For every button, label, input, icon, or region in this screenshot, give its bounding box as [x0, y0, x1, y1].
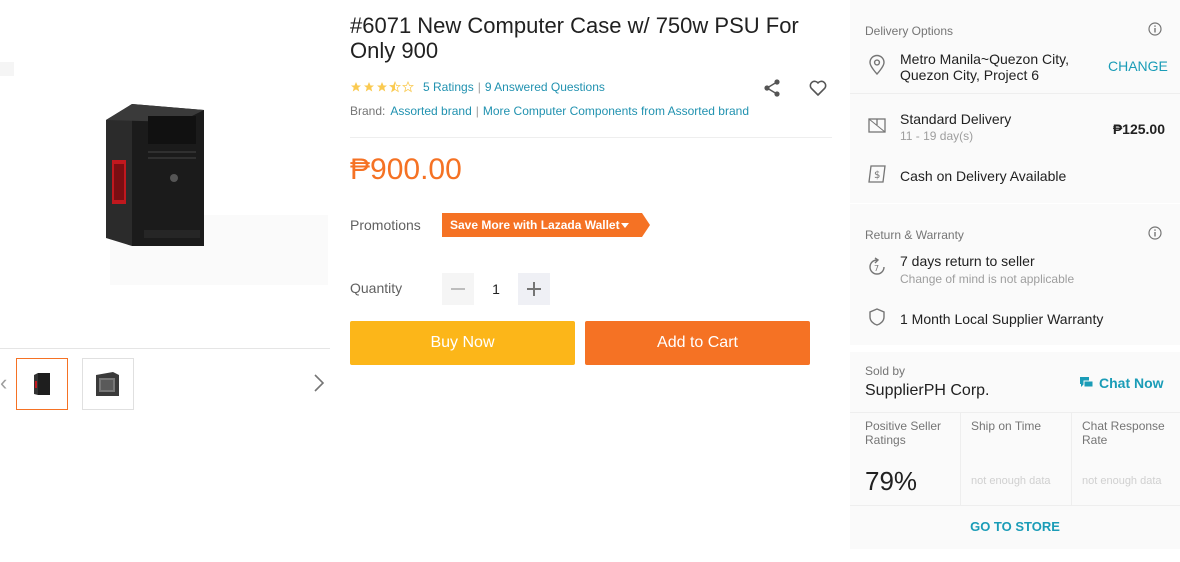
standard-delivery-days: 11 - 19 day(s): [900, 129, 974, 143]
computer-case-thumbnail-icon: [34, 373, 50, 395]
cash-on-delivery-label: Cash on Delivery Available: [900, 168, 1067, 184]
metric-value: not enough data: [1082, 475, 1162, 487]
metric-label: Positive Seller Ratings: [865, 419, 942, 447]
return-icon: 7: [869, 257, 885, 275]
star-empty-icon: [402, 81, 414, 93]
product-price: ₱900.00: [350, 153, 462, 186]
star-full-icon: [364, 82, 374, 92]
product-info: #6071 New Computer Case w/ 750w PSU For …: [350, 0, 832, 562]
thumbnail-front[interactable]: [16, 358, 68, 410]
panel-divider: [850, 93, 1180, 94]
buy-now-button[interactable]: Buy Now: [350, 321, 575, 365]
questions-link[interactable]: 9 Answered Questions: [485, 80, 605, 94]
more-from-brand-link[interactable]: More Computer Components from Assorted b…: [483, 104, 749, 118]
delivery-options-title: Delivery Options: [865, 24, 954, 38]
seller-name[interactable]: SupplierPH Corp.: [865, 382, 990, 400]
rating-stars[interactable]: [350, 81, 414, 93]
svg-text:$: $: [874, 170, 880, 181]
chevron-left-icon[interactable]: ‹: [0, 372, 8, 394]
chevron-right-icon[interactable]: [312, 372, 326, 394]
main-product-image[interactable]: [0, 0, 330, 348]
return-policy-note: Change of mind is not applicable: [900, 272, 1075, 286]
info-icon[interactable]: [1148, 226, 1162, 240]
go-to-store-link[interactable]: GO TO STORE: [850, 519, 1180, 534]
star-full-icon: [377, 82, 387, 92]
product-gallery: ‹: [0, 0, 330, 562]
brand-row: Brand: Assorted brand | More Computer Co…: [350, 104, 749, 118]
computer-case-side-thumbnail-icon: [96, 372, 119, 396]
warranty-label: 1 Month Local Supplier Warranty: [900, 311, 1104, 327]
positive-seller-ratings: Positive Seller Ratings 79%: [850, 412, 960, 505]
svg-text:7: 7: [874, 264, 879, 273]
quantity-input[interactable]: 1: [474, 273, 518, 305]
share-icon[interactable]: [762, 78, 782, 98]
standard-delivery-label: Standard Delivery: [900, 111, 1012, 127]
add-to-cart-button[interactable]: Add to Cart: [585, 321, 810, 365]
metric-label: Ship on Time: [971, 419, 1042, 433]
chat-response-rate: Chat Response Rate not enough data: [1071, 412, 1180, 505]
ship-on-time: Ship on Time not enough data: [960, 412, 1071, 505]
brand-link[interactable]: Assorted brand: [390, 104, 471, 118]
ratings-link[interactable]: 5 Ratings: [423, 80, 474, 94]
computer-case-image: [106, 104, 204, 246]
quantity-increase-button[interactable]: [518, 273, 550, 305]
quantity-label: Quantity: [350, 280, 403, 296]
product-title: #6071 New Computer Case w/ 750w PSU For …: [350, 13, 799, 63]
delivery-location-line2: Quezon City, Project 6: [900, 67, 1040, 83]
star-half-icon: [389, 81, 401, 93]
promotion-badge[interactable]: Save More with Lazada Wallet: [442, 213, 650, 237]
image-backdrop-mark: [0, 62, 14, 76]
gallery-divider: [0, 348, 330, 349]
metric-value: not enough data: [971, 475, 1051, 487]
cash-on-delivery-icon: $: [868, 165, 886, 183]
quantity-decrease-button[interactable]: [442, 273, 474, 305]
thumbnail-side[interactable]: [82, 358, 134, 410]
promotion-badge-label: Save More with Lazada Wallet: [450, 218, 620, 232]
shield-icon: [869, 308, 885, 326]
chat-now-label: Chat Now: [1099, 375, 1164, 391]
return-policy-label: 7 days return to seller: [900, 253, 1035, 269]
promotions-label: Promotions: [350, 217, 421, 233]
delivery-box-icon: [868, 118, 886, 133]
sold-by-label: Sold by: [865, 364, 906, 378]
chat-icon: [1080, 377, 1093, 388]
metric-value: 79%: [865, 466, 918, 496]
heart-icon[interactable]: [808, 78, 828, 98]
separator: |: [475, 104, 479, 118]
star-full-icon: [351, 82, 361, 92]
separator: |: [477, 80, 481, 94]
return-warranty-panel: Return & Warranty 7 7 days return to sel…: [850, 204, 1180, 345]
seller-panel: Sold by SupplierPH Corp. Chat Now Positi…: [850, 352, 1180, 549]
info-divider: [350, 137, 832, 138]
standard-delivery-fee: ₱125.00: [1112, 121, 1165, 137]
metric-label: Chat Response Rate: [1082, 419, 1165, 447]
caret-down-icon: [620, 223, 629, 228]
chat-now-button[interactable]: Chat Now: [1080, 375, 1164, 391]
delivery-location-line1: Metro Manila~Quezon City,: [900, 51, 1069, 67]
location-pin-icon: [869, 54, 885, 76]
change-location-link[interactable]: CHANGE: [1108, 58, 1168, 74]
info-icon[interactable]: [1148, 22, 1162, 36]
rating-row: 5 Ratings | 9 Answered Questions: [350, 79, 605, 95]
return-warranty-title: Return & Warranty: [865, 228, 964, 242]
delivery-options-panel: Delivery Options Metro Manila~Quezon Cit…: [850, 0, 1180, 203]
panel-divider: [850, 505, 1180, 506]
brand-label: Brand:: [350, 104, 386, 118]
